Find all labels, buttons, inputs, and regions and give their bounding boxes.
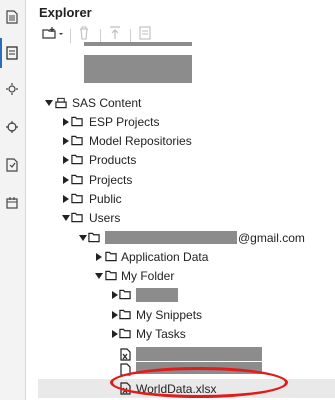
collapsed-caret-icon[interactable] [111,310,119,319]
tree-item-label: Products [89,152,137,167]
expanded-caret-icon[interactable] [45,99,53,107]
tree-item-label: SAS Content [72,95,142,110]
tree-item-users[interactable]: Users [26,208,335,227]
tree-item-label: @gmail.com [238,230,305,245]
redacted-item [84,55,192,83]
tree-item-label: WorldData.xlsx [136,381,217,396]
tree-item-sas-content[interactable]: SAS Content [26,93,335,112]
excel-file-icon [119,348,131,361]
snippets-icon[interactable] [5,120,19,134]
tree-item-label: Public [89,191,122,206]
new-item-button[interactable] [40,26,66,44]
tree-item-products[interactable]: Products [26,150,335,169]
tree-item-projects[interactable]: Projects [26,170,335,189]
document-icon[interactable] [5,10,19,24]
tree-item-my-tasks[interactable]: My Tasks [26,324,335,343]
collapsed-caret-icon[interactable] [62,175,70,184]
collapsed-caret-icon[interactable] [95,252,103,261]
tree-item-esp-projects[interactable]: ESP Projects [26,112,335,131]
redacted-item-partial [84,42,192,46]
toolbar-divider [130,29,131,43]
collapsed-caret-icon[interactable] [62,117,70,126]
tree-item-label: Users [89,210,121,225]
folder-icon [71,135,83,147]
collapsed-caret-icon[interactable] [111,290,119,299]
collapsed-caret-icon[interactable] [62,194,70,203]
folder-icon [105,251,117,263]
folder-icon [88,232,100,244]
tree-item-model-repositories[interactable]: Model Repositories [26,131,335,150]
new-item-icon [42,26,64,45]
tree-item-worlddata-xlsx[interactable]: WorldData.xlsx [38,379,335,398]
tree-item-user-folder[interactable]: @gmail.com [26,228,335,247]
collapsed-caret-icon[interactable] [111,329,119,338]
tree-item-label: My Snippets [136,307,203,322]
folder-icon [105,270,117,282]
excel-file-icon [119,382,131,395]
redacted-username [105,231,237,244]
folder-icon [119,309,131,321]
tree-item-redacted-file[interactable] [26,360,335,379]
collapsed-caret-icon[interactable] [62,136,70,145]
folder-icon [71,212,83,224]
tree-item-label: My Folder [121,268,175,283]
redacted-folder-name [136,288,178,302]
panel-title: Explorer [39,5,92,20]
explorer-panel: Explorer SAS Content ESP Projects Model … [26,0,335,400]
file-icon [119,363,131,376]
expanded-caret-icon[interactable] [95,272,103,280]
folder-icon [71,116,83,128]
collapsed-caret-icon[interactable] [62,155,70,164]
libraries-icon[interactable] [5,196,19,210]
tasks-icon[interactable] [5,158,19,172]
tree-item-application-data[interactable]: Application Data [26,247,335,266]
tree-item-redacted-folder[interactable] [26,285,335,304]
tree-item-my-snippets[interactable]: My Snippets [26,305,335,324]
tree-item-label: Application Data [121,249,209,264]
tree-item-label: Projects [89,172,133,187]
redacted-file-name [136,362,262,374]
redacted-file-name [136,347,262,361]
folder-icon [71,174,83,186]
tree-item-label: My Tasks [136,326,186,341]
tree-item-my-folder[interactable]: My Folder [26,266,335,285]
folder-icon [119,289,131,301]
toolbar-divider [100,29,101,43]
activity-rail [0,0,26,400]
tree-item-label: ESP Projects [89,114,160,129]
expanded-caret-icon[interactable] [79,234,87,242]
folder-icon [71,154,83,166]
sas-content-icon [55,97,67,109]
gear-icon[interactable] [5,82,19,96]
active-indicator [0,38,2,68]
expanded-caret-icon[interactable] [62,214,70,222]
folder-icon [119,328,131,340]
tree-item-label: Model Repositories [89,133,192,148]
toolbar-divider [70,29,71,43]
explorer-icon[interactable] [5,46,19,60]
folder-icon [71,193,83,205]
tree-item-public[interactable]: Public [26,189,335,208]
